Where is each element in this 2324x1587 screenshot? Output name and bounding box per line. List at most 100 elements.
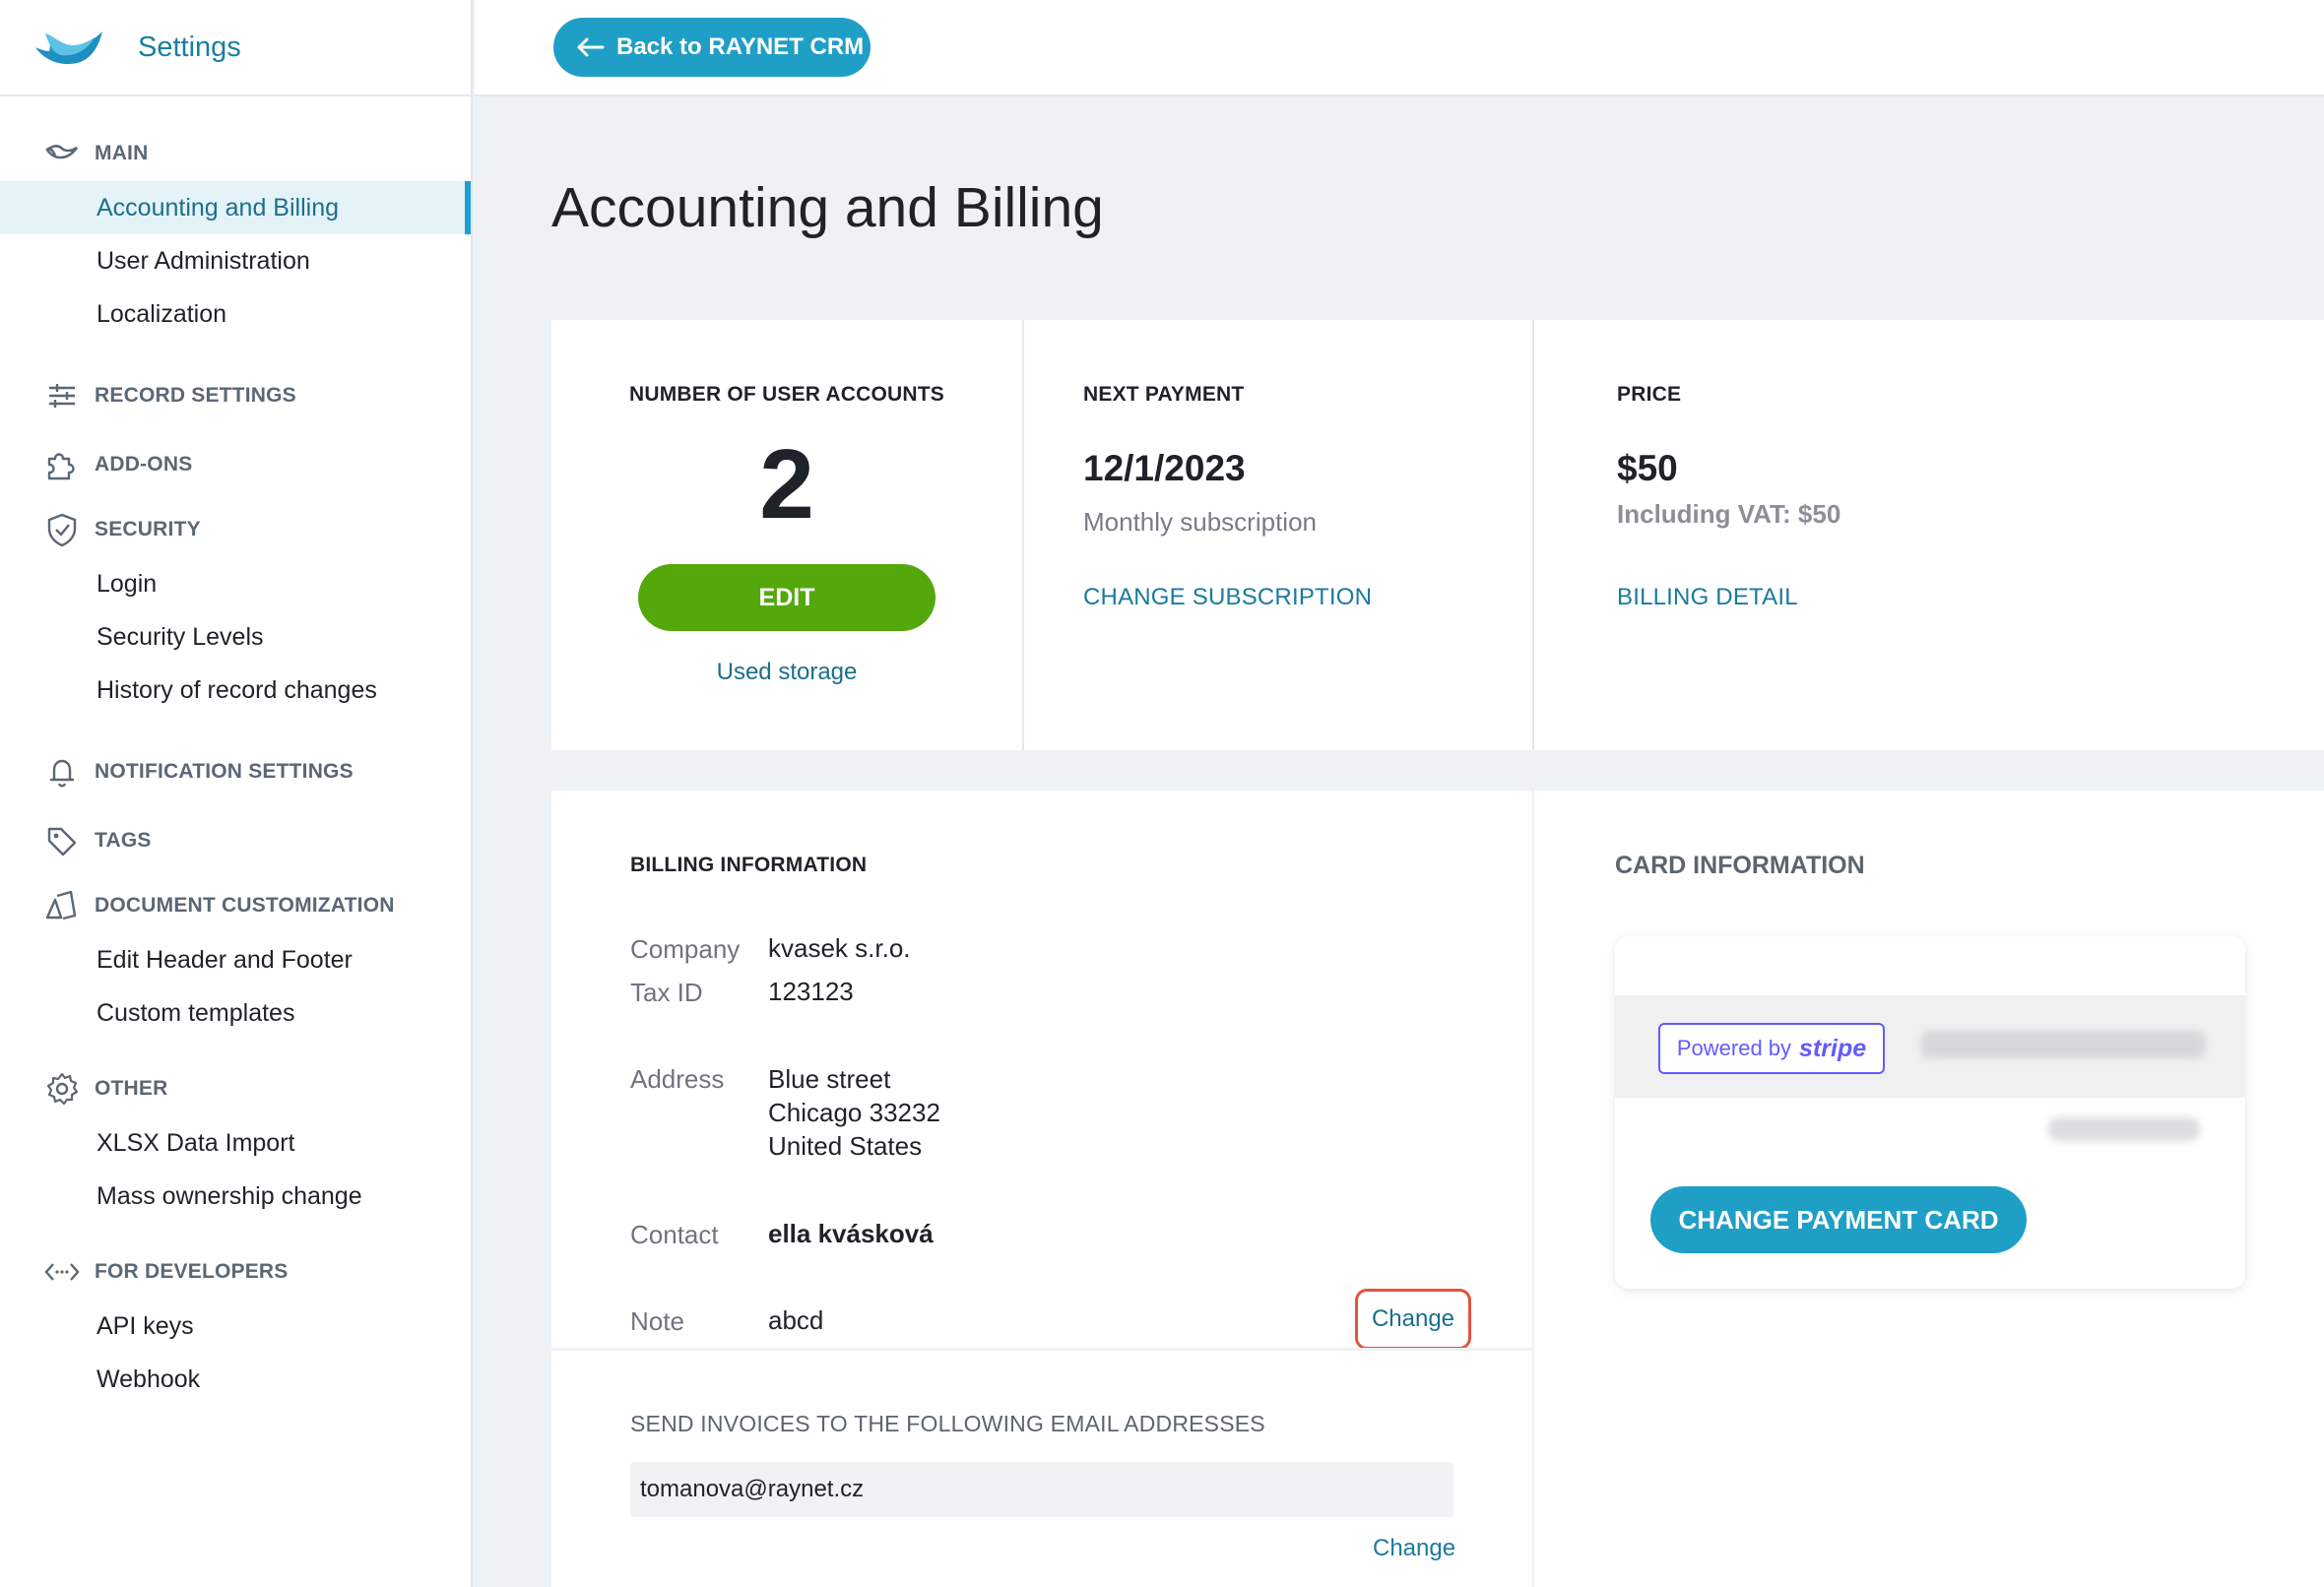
tag-icon [47, 827, 77, 857]
card-information-label: CARD INFORMATION [1615, 852, 1865, 879]
user-accounts-count: 2 [759, 429, 814, 540]
nav-section-add-ons-title: ADD-ONS [95, 453, 193, 476]
sidebar: Settings MAIN Accounting and Billing Use… [0, 0, 473, 1587]
nav-section-record-settings-header[interactable]: RECORD SETTINGS [0, 368, 471, 423]
bell-icon [49, 759, 75, 788]
nav-section-main-title: MAIN [95, 142, 149, 164]
address-line-2: Chicago 33232 [768, 1098, 940, 1127]
code-icon [44, 1263, 80, 1281]
change-invoice-email-link[interactable]: Change [1373, 1535, 1455, 1562]
address-label: Address [630, 1064, 725, 1094]
contact-label: Contact [630, 1220, 719, 1249]
sidebar-item-history-record-changes[interactable]: History of record changes [0, 664, 471, 717]
sidebar-item-webhook[interactable]: Webhook [0, 1353, 471, 1406]
sidebar-item-localization[interactable]: Localization [0, 287, 471, 341]
sidebar-item-xlsx-import[interactable]: XLSX Data Import [0, 1116, 471, 1170]
brand-header: Settings [0, 0, 471, 96]
payment-card-box: Powered by stripe CHANGE PAYMENT CARD [1615, 936, 2245, 1289]
settings-title: Settings [138, 31, 241, 63]
back-to-crm-button[interactable]: Back to RAYNET CRM [553, 18, 871, 77]
billing-divider [551, 1348, 1532, 1351]
next-payment-label: NEXT PAYMENT [1083, 383, 1245, 406]
address-line-1: Blue street [768, 1064, 891, 1094]
tax-id-value: 123123 [768, 977, 854, 1006]
nav-section-other: OTHER XLSX Data Import Mass ownership ch… [0, 1061, 471, 1223]
page-title: Accounting and Billing [551, 176, 1104, 239]
nav-section-security-title: SECURITY [95, 518, 201, 540]
nav-section-notification-settings: NOTIFICATION SETTINGS [0, 744, 471, 799]
settings-nav: MAIN Accounting and Billing User Adminis… [0, 96, 471, 1406]
next-payment-panel: NEXT PAYMENT 12/1/2023 Monthly subscript… [1022, 320, 1532, 750]
card-information-card: CARD INFORMATION Powered by stripe CHANG… [1534, 791, 2324, 1587]
note-value: abcd [768, 1305, 824, 1335]
nav-section-record-settings: RECORD SETTINGS [0, 368, 471, 423]
sidebar-item-edit-header-footer[interactable]: Edit Header and Footer [0, 933, 471, 986]
nav-section-tags: TAGS [0, 813, 471, 868]
address-line-3: United States [768, 1131, 923, 1161]
price-label: PRICE [1617, 383, 1682, 406]
nav-section-record-settings-title: RECORD SETTINGS [95, 384, 296, 407]
nav-section-document-customization-title: DOCUMENT CUSTOMIZATION [95, 894, 395, 917]
nav-section-other-header[interactable]: OTHER [0, 1061, 471, 1116]
stripe-logo-text: stripe [1799, 1034, 1867, 1062]
invoice-email-field[interactable] [630, 1462, 1453, 1517]
nav-section-notification-settings-header[interactable]: NOTIFICATION SETTINGS [0, 744, 471, 799]
price-panel: PRICE $50 Including VAT: $50 BILLING DET… [1532, 320, 2324, 750]
nav-section-add-ons-header[interactable]: ADD-ONS [0, 437, 471, 492]
nav-section-add-ons: ADD-ONS [0, 437, 471, 492]
tax-id-label: Tax ID [630, 978, 703, 1007]
masked-card-number [1920, 1031, 2206, 1058]
subscription-type: Monthly subscription [1083, 507, 1317, 537]
nav-section-main: MAIN Accounting and Billing User Adminis… [0, 126, 471, 341]
nav-section-document-customization: DOCUMENT CUSTOMIZATION Edit Header and F… [0, 878, 471, 1040]
documents-icon [45, 890, 77, 920]
nav-section-for-developers-header[interactable]: FOR DEVELOPERS [0, 1244, 471, 1300]
billing-detail-link[interactable]: BILLING DETAIL [1617, 584, 1798, 611]
sliders-icon [49, 384, 75, 408]
billing-information-card: BILLING INFORMATION Company kvasek s.r.o… [551, 791, 1532, 1587]
billing-information-label: BILLING INFORMATION [630, 854, 868, 876]
sidebar-item-mass-ownership-change[interactable]: Mass ownership change [0, 1170, 471, 1223]
user-accounts-label: NUMBER OF USER ACCOUNTS [629, 383, 944, 406]
nav-section-security-header[interactable]: SECURITY [0, 502, 471, 557]
nav-section-tags-title: TAGS [95, 829, 152, 852]
company-label: Company [630, 934, 741, 964]
nav-section-notification-settings-title: NOTIFICATION SETTINGS [95, 760, 354, 783]
contact-value: ella kvásková [768, 1219, 934, 1248]
raynet-bird-icon [45, 144, 79, 159]
sidebar-item-login[interactable]: Login [0, 557, 471, 610]
nav-section-for-developers-title: FOR DEVELOPERS [95, 1260, 289, 1283]
nav-section-document-customization-header[interactable]: DOCUMENT CUSTOMIZATION [0, 878, 471, 933]
arrow-left-icon [577, 37, 605, 57]
change-billing-info-link[interactable]: Change [1355, 1289, 1471, 1350]
company-value: kvasek s.r.o. [768, 933, 911, 963]
invoice-emails-label: SEND INVOICES TO THE FOLLOWING EMAIL ADD… [630, 1411, 1265, 1436]
sidebar-item-user-administration[interactable]: User Administration [0, 234, 471, 287]
used-storage-link[interactable]: Used storage [551, 659, 1022, 686]
masked-card-expiry [2048, 1117, 2200, 1141]
nav-section-for-developers: FOR DEVELOPERS API keys Webhook [0, 1244, 471, 1406]
change-payment-card-button[interactable]: CHANGE PAYMENT CARD [1650, 1186, 2027, 1253]
nav-section-other-title: OTHER [95, 1077, 168, 1100]
nav-section-tags-header[interactable]: TAGS [0, 813, 471, 868]
next-payment-date: 12/1/2023 [1083, 448, 1246, 488]
shield-check-icon [47, 513, 77, 547]
sidebar-item-custom-templates[interactable]: Custom templates [0, 986, 471, 1040]
nav-section-main-header[interactable]: MAIN [0, 126, 471, 181]
top-bar: Back to RAYNET CRM [475, 0, 2324, 96]
puzzle-icon [47, 453, 75, 480]
note-label: Note [630, 1306, 684, 1336]
sidebar-item-security-levels[interactable]: Security Levels [0, 610, 471, 664]
sidebar-item-accounting-billing[interactable]: Accounting and Billing [0, 181, 471, 234]
sidebar-item-api-keys[interactable]: API keys [0, 1300, 471, 1353]
change-subscription-link[interactable]: CHANGE SUBSCRIPTION [1083, 584, 1372, 611]
edit-users-button[interactable]: EDIT [638, 564, 936, 631]
nav-section-security: SECURITY Login Security Levels History o… [0, 502, 471, 717]
back-to-crm-label: Back to RAYNET CRM [616, 33, 865, 60]
powered-by-text: Powered by [1676, 1036, 1792, 1060]
subscription-summary-card: NUMBER OF USER ACCOUNTS 2 EDIT Used stor… [551, 320, 2324, 750]
price-amount: $50 [1617, 448, 1678, 488]
gear-icon [46, 1072, 79, 1106]
raynet-logo-icon [35, 32, 102, 65]
user-accounts-panel: NUMBER OF USER ACCOUNTS 2 EDIT Used stor… [551, 320, 1022, 750]
